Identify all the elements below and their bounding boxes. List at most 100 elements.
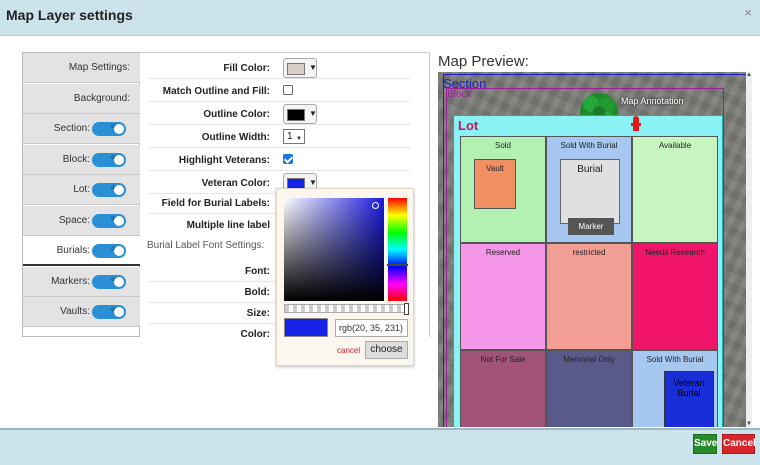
bold-label: Bold: [244,287,270,298]
tab-space[interactable]: Space:on [23,205,140,236]
space-cell: Available [632,136,718,243]
layer-toggle[interactable]: on [92,152,126,167]
lot-label: Lot [458,118,479,133]
outline-width-select[interactable]: 1 ▼ [283,129,305,144]
tab-label: Block: [62,153,90,165]
saturation-area[interactable] [284,198,384,301]
chevron-down-icon: ▼ [296,136,302,142]
hue-handle[interactable] [387,264,408,266]
picker-cancel-link[interactable]: cancel [337,346,360,355]
fill-color-swatch[interactable]: ▼ [283,58,317,78]
field-burial-label: Field for Burial Labels: [161,198,270,209]
layer-toggle[interactable]: on [92,122,126,136]
tab-label: Section: [53,123,90,134]
toggle-knob [114,215,124,226]
color-picker-popup: rgb(20, 35, 231) cancel choose [276,188,414,366]
toggle-knob [114,246,124,256]
tab-label: Markers: [51,275,90,287]
dropdown-arrow-icon: ▼ [309,178,317,187]
tab-label: Burials: [56,245,90,256]
color-preview [284,318,328,337]
highlight-row: Highlight Veterans: [148,150,410,171]
space-cell: Sold With Burial Burial Marker [546,136,632,243]
layer-toggle[interactable]: on [92,183,126,197]
space-cell: restricted [546,243,632,350]
rgb-input[interactable]: rgb(20, 35, 231) [335,319,408,337]
space-cell: Sold With Burial Veteran Burial [632,350,718,427]
dropdown-arrow-icon: ▼ [309,109,317,118]
tab-label: Background: [73,92,130,104]
tab-background[interactable]: Background: [23,83,140,114]
saturation-handle[interactable] [372,202,379,209]
highlight-veterans-checkbox[interactable] [283,154,293,164]
veteran-burial-marker: Veteran Burial [664,371,714,427]
dialog-footer [0,428,760,465]
tab-markers[interactable]: Markers:on [23,266,140,297]
veteran-color-label: Veteran Color: [201,178,270,189]
scroll-down-icon[interactable]: ▼ [746,421,752,427]
size-label: Size: [246,308,270,319]
dropdown-arrow-icon: ▼ [309,63,317,72]
alpha-handle[interactable] [404,303,409,315]
tab-burials[interactable]: Burials:on [23,236,140,266]
cancel-button[interactable]: Cancel [722,434,756,454]
font-settings-heading: Burial Label Font Settings: [147,240,265,251]
space-cell: Reserved [460,243,546,350]
outline-width-value: 1 [287,131,293,142]
multiline-label: Multiple line label [186,220,270,231]
picker-choose-button[interactable]: choose [365,341,408,359]
match-outline-label: Match Outline and Fill: [162,86,270,97]
vault-marker: Vault [474,159,516,209]
hue-slider[interactable] [387,198,408,301]
settings-tabs: Map Settings:Background:Section:onBlock:… [22,52,140,337]
toggle-knob [114,185,124,195]
outline-color-swatch[interactable]: ▼ [283,104,317,124]
tab-label: Vaults: [60,306,90,317]
fill-color-row: Fill Color: ▼ [148,58,410,79]
tab-vaults[interactable]: Vaults:on [23,297,140,327]
space-cell: Memorial Only [546,350,632,427]
alpha-slider[interactable] [284,303,409,315]
toggle-knob [114,307,124,317]
space-status-label: Reserved [485,248,521,257]
outline-width-row: Outline Width: 1 ▼ [148,127,410,148]
dialog-title: Map Layer settings [6,7,133,23]
grave-marker: Marker [568,218,614,235]
layer-toggle[interactable]: on [92,305,126,319]
space-status-label: Needs Research [645,248,705,257]
space-status-label: Available [658,141,692,150]
map-preview-title: Map Preview: [438,53,529,70]
space-status-label: Memorial Only [563,355,615,364]
tab-label: Lot: [73,184,90,195]
toggle-knob [114,124,124,134]
layer-toggle[interactable]: on [92,274,126,289]
space-cell: Not For Sale [460,350,546,427]
space-cell: Needs Research [632,243,718,350]
outline-color-label: Outline Color: [203,109,270,120]
layer-toggle[interactable]: on [92,244,126,258]
fire-hydrant-icon [631,116,641,131]
layer-toggle[interactable]: on [92,213,126,228]
outline-width-label: Outline Width: [201,132,270,143]
toggle-knob [114,154,124,165]
space-status-label: restricted [572,248,606,257]
toggle-knob [114,276,124,287]
dialog-header: Map Layer settings × [0,0,760,36]
highlight-veterans-label: Highlight Veterans: [178,155,270,166]
space-status-label: Sold [494,141,511,150]
tab-block[interactable]: Block:on [23,144,140,175]
save-button[interactable]: Save [693,434,717,454]
burial-marker: Burial Marker [560,159,620,235]
space-status-label: Sold With Burial [646,355,704,364]
tab-map-settings[interactable]: Map Settings: [23,53,140,83]
close-icon[interactable]: × [744,5,752,20]
tab-lot[interactable]: Lot:on [23,175,140,205]
fill-color-label: Fill Color: [223,63,270,74]
match-outline-checkbox[interactable] [283,85,293,95]
scroll-up-icon[interactable]: ▲ [746,72,752,78]
color-label: Color: [240,329,270,340]
map-scrollbar[interactable]: ▲ ▼ [746,72,752,427]
outline-color-row: Outline Color: ▼ [148,104,410,125]
tab-label: Space: [58,214,90,226]
tab-section[interactable]: Section:on [23,114,140,144]
